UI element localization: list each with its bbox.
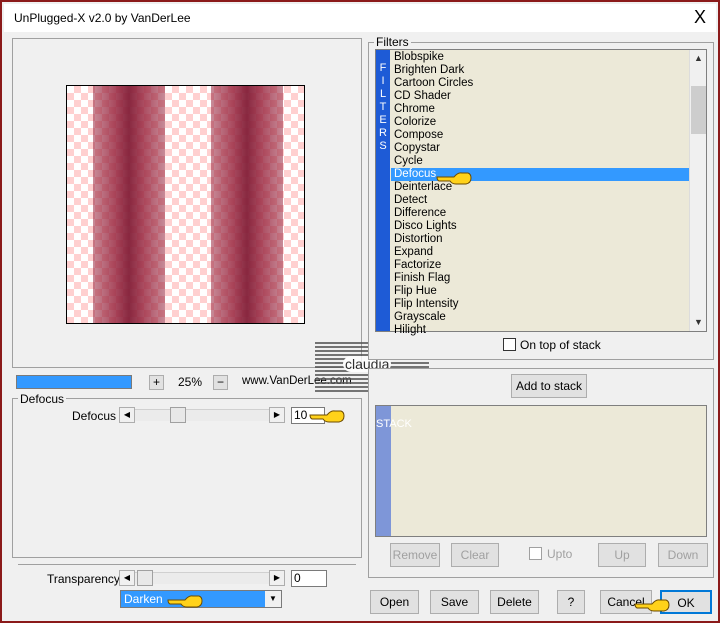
side-label-letter: R [379,127,387,139]
filters-side-label: FILTERS [376,50,390,331]
filter-list-item[interactable]: Blobspike [391,51,689,64]
filters-items: Blobspike Brighten Dark Cartoon Circles CD … [391,51,689,337]
filter-list-item[interactable]: Grayscale [391,311,689,324]
close-button[interactable]: X [690,6,710,28]
title-bar: UnPlugged-X v2.0 by VanDerLee X [4,4,716,32]
stack-side-label: STACK [376,406,412,536]
filter-list-item[interactable]: Chrome [391,103,689,116]
side-label-letter: L [379,88,387,100]
side-label-letter: C [396,418,405,430]
remove-button[interactable]: Remove [390,543,440,567]
save-button[interactable]: Save [430,590,479,614]
filter-list-item[interactable]: Brighten Dark [391,64,689,77]
filter-list-item[interactable]: Finish Flag [391,272,689,285]
delete-button[interactable]: Delete [490,590,539,614]
zoom-in-button[interactable]: + [149,375,164,390]
add-to-stack-button[interactable]: Add to stack [511,374,587,398]
filter-list-item[interactable]: Cycle [391,155,689,168]
pointing-hand-icon [634,599,670,612]
slider-track[interactable] [135,572,269,584]
side-label-letter: S [379,140,387,152]
preview-stripe [93,86,165,323]
filter-list-item[interactable]: CD Shader [391,90,689,103]
clear-button[interactable]: Clear [451,543,499,567]
slider-thumb[interactable] [170,407,187,423]
slider-thumb[interactable] [137,570,153,586]
scroll-up-arrow-icon[interactable]: ▲ [690,50,707,67]
dialog-window: UnPlugged-X v2.0 by VanDerLee X + 25% − … [0,0,720,623]
upto-checkbox[interactable] [529,547,542,560]
open-button[interactable]: Open [370,590,419,614]
slider-right-arrow-icon[interactable]: ▶ [269,570,285,586]
slider-right-arrow-icon[interactable]: ▶ [269,407,285,423]
on-top-label: On top of stack [520,338,601,352]
defocus-label: Defocus [72,409,117,423]
chevron-down-icon[interactable]: ▼ [265,591,281,607]
filter-list-item[interactable]: Difference [391,207,689,220]
transparency-slider[interactable]: ◀ ▶ [119,570,285,586]
zoom-level: 25% [178,375,203,389]
slider-left-arrow-icon[interactable]: ◀ [119,407,135,423]
progress-bar [16,375,132,389]
filter-list-item[interactable]: Flip Hue [391,285,689,298]
stack-list[interactable] [375,405,707,537]
slider-track[interactable] [135,409,269,421]
filter-list-item[interactable]: Hilight [391,324,689,337]
preview-stripe [211,86,283,323]
pointing-hand-icon [309,410,345,423]
help-button[interactable]: ? [557,590,585,614]
side-label-letter: T [379,101,387,113]
zoom-out-button[interactable]: − [213,375,228,390]
transparency-value-field[interactable]: 0 [291,570,327,587]
side-label-letter: F [379,62,387,74]
side-label-letter: A [389,418,397,430]
side-label-letter: E [379,114,387,126]
filter-list-item[interactable]: Disco Lights [391,220,689,233]
up-button[interactable]: Up [598,543,646,567]
scroll-down-arrow-icon[interactable]: ▼ [690,314,707,331]
filter-list-item[interactable]: Flip Intensity [391,298,689,311]
filter-list-item[interactable]: Detect [391,194,689,207]
filter-list-item[interactable]: Compose [391,129,689,142]
upto-label: Upto [547,547,573,561]
window-title: UnPlugged-X v2.0 by VanDerLee [14,11,191,25]
preview-image [66,85,305,324]
transparency-label: Transparency [47,572,120,586]
params-group-label: Defocus [18,392,67,406]
filters-scrollbar[interactable]: ▲ ▼ [689,50,706,331]
pointing-hand-icon [167,595,203,608]
scroll-thumb[interactable] [691,86,706,134]
blend-mode-value: Darken [124,592,163,606]
on-top-checkbox[interactable] [503,338,516,351]
pointing-hand-icon [436,172,472,185]
side-label-letter: K [404,418,412,430]
filter-list-item[interactable]: Colorize [391,116,689,129]
side-label-letter: I [381,75,385,87]
slider-left-arrow-icon[interactable]: ◀ [119,570,135,586]
filter-list-item[interactable]: Expand [391,246,689,259]
filter-list-item[interactable]: Factorize [391,259,689,272]
down-button[interactable]: Down [658,543,708,567]
defocus-slider[interactable]: ◀ ▶ [119,407,285,423]
filter-list-item[interactable]: Copystar [391,142,689,155]
filter-list-item[interactable]: Cartoon Circles [391,77,689,90]
filter-list-item[interactable]: Distortion [391,233,689,246]
filters-group-label: Filters [374,35,411,49]
